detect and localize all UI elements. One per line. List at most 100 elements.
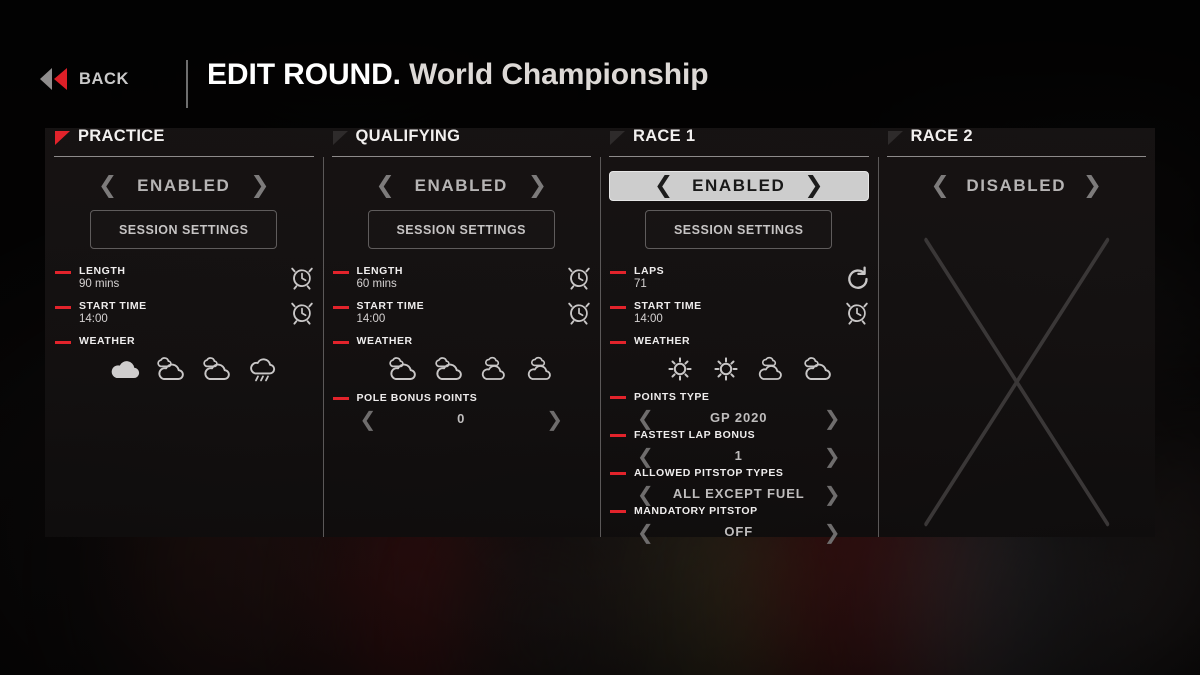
stepper-label: POLE BONUS POINTS — [356, 392, 478, 404]
info-row-value: 60 mins — [356, 278, 397, 290]
row-marker-dash — [610, 271, 626, 274]
chevron-left-icon[interactable]: ❮ — [376, 174, 395, 198]
row-marker-dash — [610, 306, 626, 309]
column-header: RACE 2 — [878, 127, 1156, 157]
info-row-label: LENGTH — [356, 265, 403, 277]
row-marker-dash — [332, 306, 349, 309]
weather-row[interactable]: WEATHER — [54, 335, 314, 382]
alarm-clock-icon — [844, 300, 870, 326]
row-marker-dash — [610, 341, 626, 344]
stepper-group: POINTS TYPE ❮ GP 2020 ❯ FASTEST LAP BONUS ❮ 1 ❯… — [609, 391, 869, 543]
row-marker-dash — [610, 472, 626, 475]
weather-forecast-icons — [109, 355, 279, 383]
chevron-left-icon[interactable]: ❮ — [654, 174, 673, 198]
chevron-left-icon[interactable]: ❮ — [637, 484, 654, 504]
chevron-right-icon[interactable]: ❯ — [824, 446, 841, 466]
session-state-value: ENABLED — [692, 176, 786, 195]
info-row-value: 90 mins — [79, 278, 120, 290]
stepper-value: 0 — [457, 411, 466, 426]
chevron-left-icon[interactable]: ❮ — [931, 174, 950, 198]
info-row[interactable]: START TIME 14:00 — [54, 300, 314, 335]
session-flag-icon — [54, 130, 72, 146]
session-state-selector[interactable]: ❮ ENABLED ❯ — [54, 171, 314, 201]
chevron-right-icon[interactable]: ❯ — [824, 408, 841, 428]
chevron-left-icon[interactable]: ❮ — [637, 522, 654, 542]
stepper-control[interactable]: ❮ GP 2020 ❯ — [609, 406, 869, 429]
stepper-control[interactable]: ❮ ALL EXCEPT FUEL ❯ — [609, 482, 869, 505]
session-settings-label: SESSION SETTINGS — [673, 222, 804, 237]
chevron-left-icon[interactable]: ❮ — [98, 174, 117, 198]
chevron-right-icon[interactable]: ❯ — [824, 484, 841, 504]
weather-forecast-icons — [387, 355, 557, 383]
cross-x-icon — [918, 237, 1116, 527]
info-row[interactable]: LENGTH 60 mins — [332, 265, 592, 300]
weather-row[interactable]: WEATHER — [609, 335, 869, 381]
weather-label: WEATHER — [634, 335, 691, 347]
stepper-control[interactable]: ❮ OFF ❯ — [609, 520, 869, 543]
chevron-right-icon[interactable]: ❯ — [546, 409, 563, 429]
stepper-label: ALLOWED PITSTOP TYPES — [634, 467, 784, 479]
column-body: ❮ ENABLED ❯ SESSION SETTINGS LENGTH 90 mins ST… — [45, 157, 323, 537]
stepper-group: POLE BONUS POINTS ❮ 0 ❯ — [332, 392, 592, 430]
page-title-soft: World Championship — [409, 58, 709, 91]
session-state-value: ENABLED — [414, 176, 508, 195]
column-body: ❮ ENABLED ❯ SESSION SETTINGS LENGTH 60 mins ST… — [323, 157, 601, 537]
chevron-right-icon[interactable]: ❯ — [804, 174, 823, 198]
stepper-label-row: POINTS TYPE — [609, 391, 869, 406]
chevron-left-icon[interactable]: ❮ — [637, 408, 654, 428]
info-row[interactable]: START TIME 14:00 — [332, 300, 592, 335]
chevron-right-icon[interactable]: ❯ — [1083, 174, 1102, 198]
alarm-clock-icon — [566, 300, 592, 326]
info-row[interactable]: LAPS 71 — [609, 265, 869, 300]
chevron-right-icon[interactable]: ❯ — [824, 522, 841, 542]
weather-label: WEATHER — [79, 335, 136, 347]
session-state-selector[interactable]: ❮ DISABLED ❯ — [887, 171, 1147, 201]
info-rows: LENGTH 60 mins START TIME 14:00 — [332, 265, 592, 335]
stepper-control[interactable]: ❮ 0 ❯ — [332, 407, 592, 430]
session-settings-label: SESSION SETTINGS — [396, 222, 527, 237]
row-marker-dash — [55, 306, 71, 309]
sun-icon — [710, 355, 742, 383]
partly-cloudy-icon — [387, 355, 419, 383]
session-flag-icon — [609, 130, 627, 146]
column-title: PRACTICE — [78, 127, 165, 145]
session-flag-icon — [887, 130, 905, 146]
partly-cloudy-icon — [433, 355, 465, 383]
chevron-right-icon[interactable]: ❯ — [250, 174, 269, 198]
double-chevron-left-icon — [36, 66, 70, 92]
weather-row[interactable]: WEATHER — [332, 335, 592, 380]
info-row-label: START TIME — [356, 300, 425, 312]
stepper-label-row: ALLOWED PITSTOP TYPES — [609, 467, 869, 482]
lap-loop-icon — [844, 265, 870, 291]
stepper-control[interactable]: ❮ 1 ❯ — [609, 444, 869, 467]
chevron-left-icon[interactable]: ❮ — [637, 446, 654, 466]
chevron-right-icon[interactable]: ❯ — [528, 174, 547, 198]
column-header: RACE 1 — [600, 127, 878, 157]
row-marker-dash — [332, 271, 349, 274]
stepper-value: OFF — [724, 524, 754, 539]
info-row-label: LAPS — [634, 265, 665, 277]
info-row[interactable]: LENGTH 90 mins — [54, 265, 314, 300]
session-settings-button[interactable]: SESSION SETTINGS — [645, 210, 833, 249]
info-row-value: 14:00 — [356, 313, 386, 325]
stepper-label-row: FASTEST LAP BONUS — [609, 429, 869, 444]
info-row-value: 71 — [634, 278, 647, 290]
session-state-selector[interactable]: ❮ ENABLED ❯ — [609, 171, 869, 201]
two-clouds-icon — [756, 355, 788, 383]
back-button[interactable]: BACK — [36, 66, 129, 92]
info-row-label: START TIME — [79, 300, 147, 312]
page-header: BACK EDIT ROUND. World Championship — [0, 52, 1200, 118]
session-state-selector[interactable]: ❮ ENABLED ❯ — [332, 171, 592, 201]
session-settings-button[interactable]: SESSION SETTINGS — [90, 210, 278, 249]
chevron-left-icon[interactable]: ❮ — [360, 409, 377, 429]
session-column-practice: PRACTICE ❮ ENABLED ❯ SESSION SETTINGS LENGTH 9… — [45, 127, 323, 537]
cloud-filled-icon — [109, 355, 141, 383]
stepper-label: FASTEST LAP BONUS — [634, 429, 756, 441]
stepper-value: 1 — [734, 448, 743, 463]
stepper-label-row: POLE BONUS POINTS — [332, 392, 592, 407]
stepper-label: POINTS TYPE — [634, 391, 710, 403]
info-row[interactable]: START TIME 14:00 — [609, 300, 869, 335]
header-divider — [186, 60, 188, 108]
session-settings-button[interactable]: SESSION SETTINGS — [367, 210, 555, 249]
session-column-race1: RACE 1 ❮ ENABLED ❯ SESSION SETTINGS LAPS 71 STA… — [600, 127, 878, 542]
